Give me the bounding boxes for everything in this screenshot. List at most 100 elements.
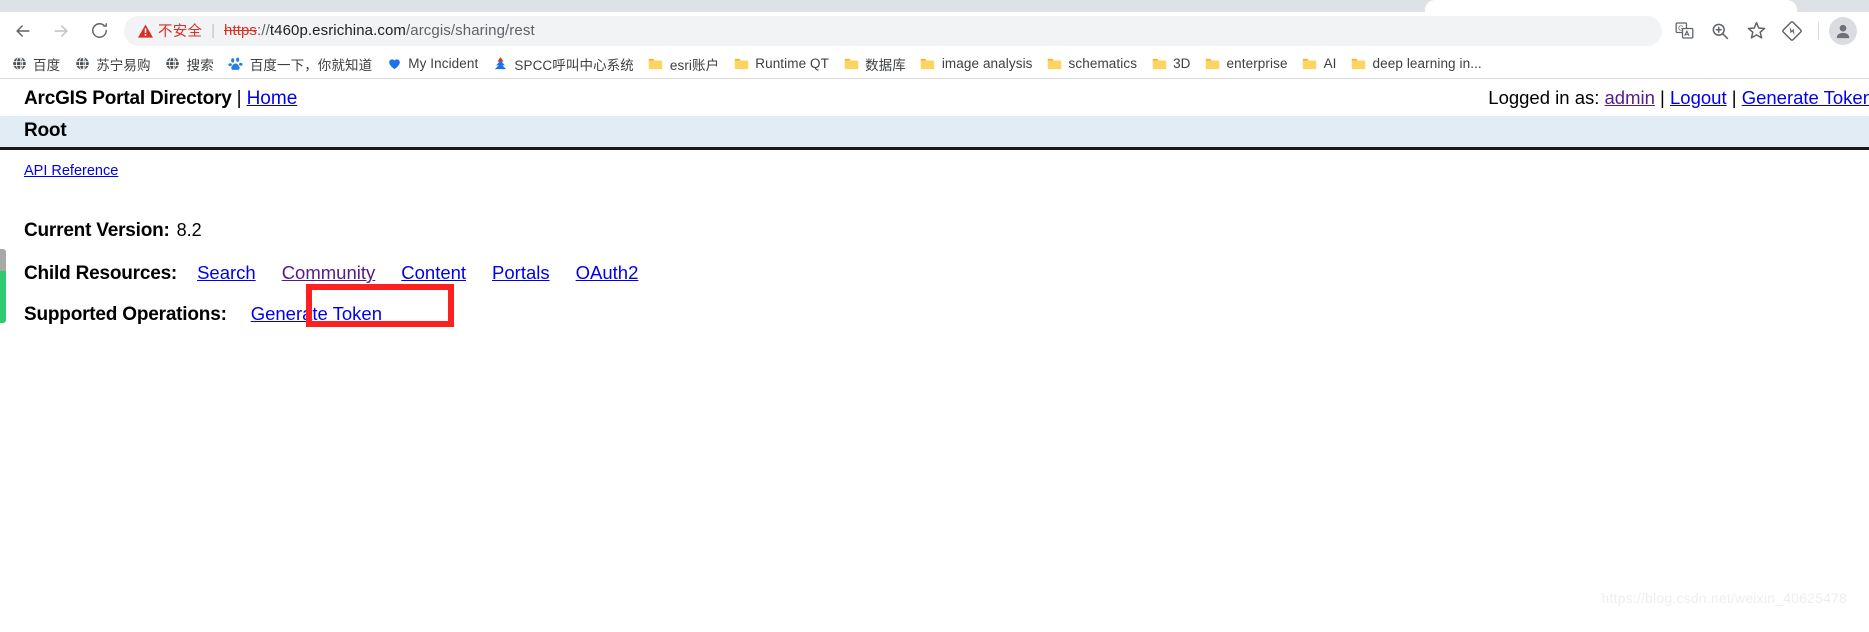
url-scheme: https <box>224 22 258 39</box>
edge-marker-gray-segment <box>0 249 6 271</box>
home-link[interactable]: Home <box>247 88 298 109</box>
bookmark-item[interactable]: 搜索 <box>158 52 221 76</box>
login-info: Logged in as: admin | Logout | Generate … <box>1488 87 1869 109</box>
globe-icon <box>165 56 181 72</box>
bookmark-folder[interactable]: 数据库 <box>836 52 913 76</box>
folder-glyph <box>844 58 858 69</box>
bookmark-label: 数据库 <box>865 57 906 73</box>
bookmark-label: 3D <box>1173 56 1191 71</box>
folder-icon <box>1151 56 1167 72</box>
child-resources-links: Search Community Content Portals OAuth2 <box>197 262 638 284</box>
warning-triangle-icon <box>138 23 153 38</box>
bookmark-label: image analysis <box>941 56 1033 71</box>
bookmarks-bar: 百度 苏宁易购 搜索 百度一下，你就知道 My Incident SPCC呼叫中… <box>0 49 1869 79</box>
operation-generate-token[interactable]: Generate Token <box>251 303 382 324</box>
reload-button[interactable] <box>80 14 118 48</box>
bookmark-label: 百度一下，你就知道 <box>249 57 373 73</box>
globe-glyph <box>75 56 89 71</box>
extension-diamond-icon[interactable] <box>1774 15 1810 47</box>
page-edge-marker <box>0 249 6 323</box>
current-version-value: 8.2 <box>176 220 202 240</box>
omnibox-divider: | <box>211 22 216 39</box>
bookmark-item[interactable]: My Incident <box>379 52 485 76</box>
bookmark-label: 百度 <box>33 57 61 73</box>
logged-in-label: Logged in as: <box>1488 87 1600 108</box>
folder-icon <box>1302 56 1318 72</box>
bookmark-folder[interactable]: enterprise <box>1198 52 1295 76</box>
not-secure-label: 不安全 <box>158 24 203 40</box>
child-resource-content[interactable]: Content <box>401 262 466 284</box>
admin-user-link[interactable]: admin <box>1605 87 1655 108</box>
reload-icon <box>91 23 107 38</box>
title-separator: | <box>236 88 242 109</box>
bookmark-folder[interactable]: 3D <box>1144 52 1197 76</box>
folder-icon <box>733 56 749 72</box>
bookmark-star-icon[interactable] <box>1738 15 1774 47</box>
login-separator-1: | <box>1660 87 1665 108</box>
edge-marker-green-segment <box>0 271 6 323</box>
current-version-row: Current Version: 8.2 <box>24 220 1869 242</box>
tower-glyph <box>494 57 506 70</box>
forward-arrow-icon <box>54 24 68 37</box>
baidu-paw-icon <box>228 56 244 72</box>
folder-icon <box>1205 56 1221 72</box>
bookmark-folder[interactable]: Runtime QT <box>726 52 836 76</box>
baidu-paw-glyph <box>228 57 243 70</box>
page-content: ArcGIS Portal Directory | Home Logged in a… <box>0 79 1869 614</box>
bookmark-label: SPCC呼叫中心系统 <box>514 57 634 73</box>
bookmark-item[interactable]: 百度 <box>4 52 67 76</box>
bookmark-item[interactable]: 百度一下，你就知道 <box>221 52 379 76</box>
bookmark-folder[interactable]: schematics <box>1040 52 1145 76</box>
translate-icon[interactable]: G <box>1666 15 1702 47</box>
tower-icon <box>492 56 508 72</box>
tab-gap <box>1797 0 1803 12</box>
resource-details: Current Version: 8.2 Child Resources: Se… <box>0 179 1869 326</box>
watermark-text: https://blog.csdn.net/weixin_40625478 <box>1601 590 1847 606</box>
browser-window: 不安全 | https://t460p.esrichina.com/arcgis… <box>0 0 1869 632</box>
child-resource-community[interactable]: Community <box>282 262 376 284</box>
back-button[interactable] <box>4 14 42 48</box>
child-resource-portals[interactable]: Portals <box>492 262 550 284</box>
url-separator: :// <box>257 22 270 39</box>
generate-token-header-link[interactable]: Generate Token <box>1742 87 1869 108</box>
bookmark-item[interactable]: SPCC呼叫中心系统 <box>485 52 641 76</box>
toolbar-divider <box>1818 21 1819 40</box>
bookmark-item[interactable]: 苏宁易购 <box>67 52 157 76</box>
api-reference-link[interactable]: API Reference <box>24 163 118 179</box>
folder-icon <box>843 56 859 72</box>
address-bar[interactable]: 不安全 | https://t460p.esrichina.com/arcgis… <box>124 15 1662 46</box>
browser-toolbar: 不安全 | https://t460p.esrichina.com/arcgis… <box>0 12 1869 49</box>
url-host: t460p.esrichina.com <box>269 22 406 39</box>
child-resource-oauth2[interactable]: OAuth2 <box>576 262 639 284</box>
globe-glyph <box>166 56 179 71</box>
globe-icon <box>11 56 27 72</box>
bookmark-label: schematics <box>1068 56 1138 71</box>
bookmark-label: deep learning in... <box>1372 56 1482 71</box>
page-title: ArcGIS Portal Directory <box>24 88 232 109</box>
current-version-label: Current Version: <box>24 220 170 241</box>
bookmark-folder[interactable]: AI <box>1295 52 1344 76</box>
forward-button[interactable] <box>42 14 80 48</box>
folder-glyph <box>649 58 663 69</box>
root-breadcrumb-bar: Root <box>0 116 1869 150</box>
magnifier-plus-glyph <box>1712 23 1729 39</box>
bookmark-label: esri账户 <box>669 57 720 73</box>
active-tab[interactable] <box>1425 0 1797 12</box>
child-resource-search[interactable]: Search <box>197 262 256 284</box>
url-text: https://t460p.esrichina.com/arcgis/shari… <box>224 22 535 39</box>
folder-glyph <box>734 58 748 69</box>
heart-glyph <box>388 59 400 70</box>
bookmark-folder[interactable]: image analysis <box>913 52 1040 76</box>
child-resources-label: Child Resources: <box>24 263 178 284</box>
bookmark-folder[interactable]: deep learning in... <box>1344 52 1489 76</box>
tab-strip <box>0 0 1869 12</box>
login-separator-2: | <box>1731 87 1737 108</box>
supported-operations-row: Supported Operations: Generate Token <box>24 303 1869 326</box>
profile-avatar-icon[interactable] <box>1829 16 1857 45</box>
zoom-search-icon[interactable] <box>1702 15 1738 47</box>
url-path: /arcgis/sharing/rest <box>406 22 535 39</box>
logout-link[interactable]: Logout <box>1670 87 1727 108</box>
bookmark-folder[interactable]: esri账户 <box>641 52 726 76</box>
supported-operations-links: Generate Token <box>251 303 382 326</box>
portal-header: ArcGIS Portal Directory | Home Logged in a… <box>0 79 1869 116</box>
